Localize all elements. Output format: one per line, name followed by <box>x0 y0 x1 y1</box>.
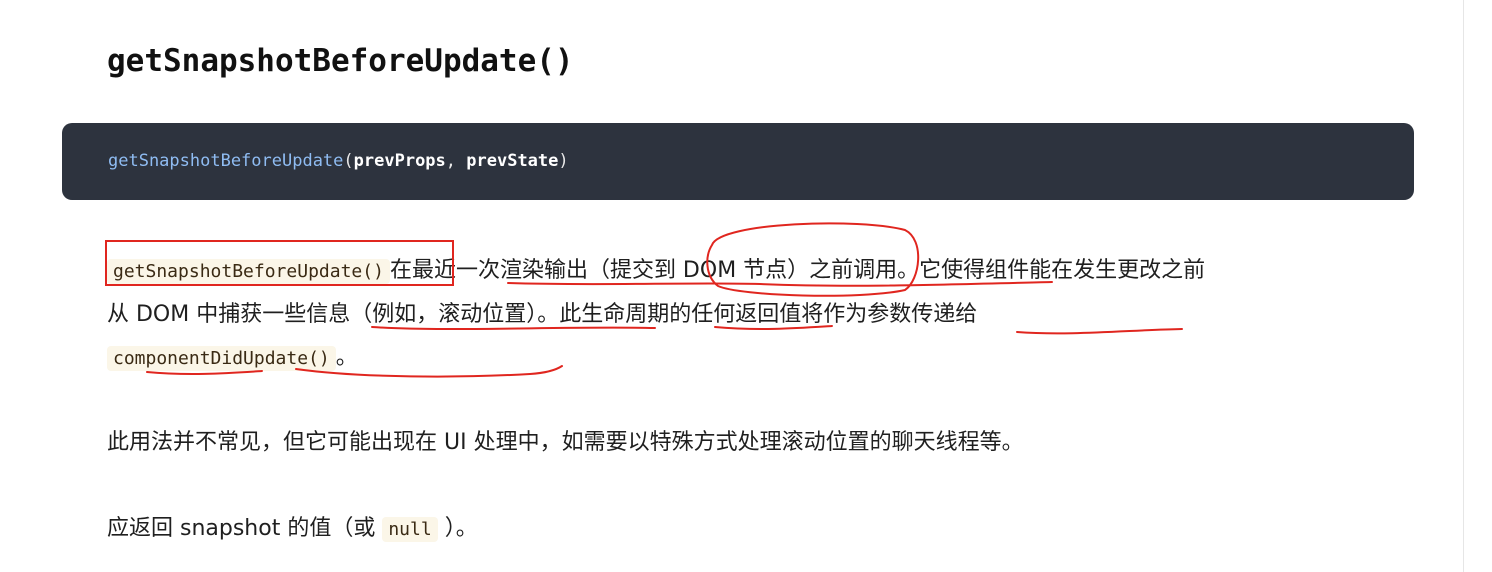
code-separator: , <box>445 151 467 171</box>
code-open-paren: ( <box>343 151 354 171</box>
paragraph-description: getSnapshotBeforeUpdate() 在最近一次渲染输出（提交到 D… <box>107 249 1227 380</box>
scrollbar-track-edge <box>1463 0 1464 572</box>
code-close-paren: ) <box>558 151 569 171</box>
code-param-prevstate: prevState <box>466 151 559 171</box>
code-param-prevprops: prevProps <box>353 151 446 171</box>
return-text-end: ）。 <box>444 516 478 541</box>
inline-code-getsnapshot: getSnapshotBeforeUpdate() <box>107 259 390 284</box>
page-title: getSnapshotBeforeUpdate() <box>107 43 574 79</box>
code-block: getSnapshotBeforeUpdate(prevProps, prevS… <box>62 123 1414 200</box>
paragraph-end-punct: 。 <box>335 345 358 370</box>
code-function-name: getSnapshotBeforeUpdate <box>108 151 344 171</box>
paragraph-usage-note: 此用法并不常见，但它可能出现在 UI 处理中，如需要以特殊方式处理滚动位置的聊天… <box>107 430 1024 455</box>
paragraph-return-value: 应返回 snapshot 的值（或 null ）。 <box>107 507 478 551</box>
inline-code-null: null <box>382 517 438 542</box>
return-text-start: 应返回 snapshot 的值（或 <box>107 516 376 541</box>
inline-code-componentdidupdate: componentDidUpdate() <box>107 346 336 371</box>
